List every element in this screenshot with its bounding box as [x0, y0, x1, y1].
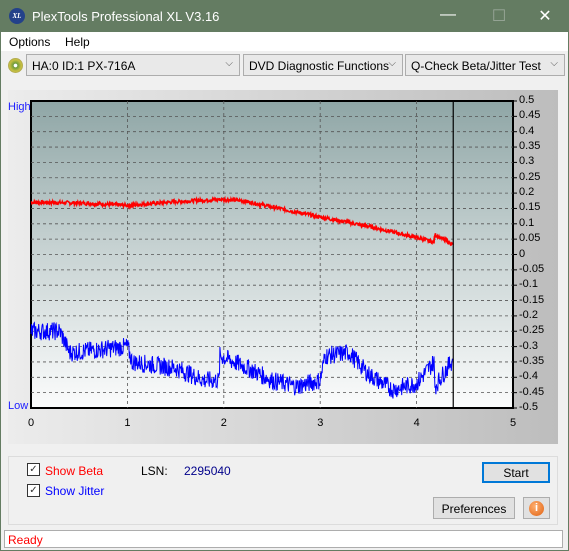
y-tick-label: -0.5: [519, 401, 538, 413]
x-tick-label: 3: [317, 417, 324, 429]
y-tick-label: 0.35: [519, 140, 541, 153]
controls-panel: ✓ Show Beta ✓ Show Jitter LSN: 2295040 S…: [8, 456, 558, 525]
y-tick-label: -0.15: [519, 293, 545, 306]
y-tick-label: 0.05: [519, 232, 541, 245]
x-tick-label: 2: [220, 417, 227, 429]
y-tick-label: -0.25: [519, 324, 545, 337]
y-tick-label: -0.35: [519, 354, 545, 367]
x-tick-label: 0: [28, 417, 35, 429]
y-tick-label: 0.1: [519, 216, 535, 229]
y-tick-label: 0.5: [519, 94, 535, 106]
y-tick-label: -0.2: [519, 308, 538, 321]
info-button[interactable]: i: [523, 497, 550, 519]
info-icon: i: [529, 501, 544, 516]
status-bar: Ready: [4, 530, 563, 548]
show-jitter-label[interactable]: Show Jitter: [45, 484, 104, 498]
y-tick-label: -0.1: [519, 278, 538, 291]
y-tick-label: 0: [519, 247, 526, 260]
lsn-value: 2295040: [184, 464, 231, 478]
y-tick-label: 0.4: [519, 124, 535, 137]
y-tick-label: -0.3: [519, 339, 538, 352]
y-tick-label: 0.2: [519, 186, 535, 199]
y-tick-label: 0.45: [519, 109, 541, 122]
show-jitter-checkbox[interactable]: ✓: [27, 484, 40, 497]
y-tick-label: 0.15: [519, 201, 541, 214]
show-beta-checkbox[interactable]: ✓: [27, 463, 40, 476]
x-tick-label: 5: [510, 417, 517, 429]
lsn-label: LSN:: [141, 464, 168, 478]
x-tick-label: 1: [124, 417, 131, 429]
preferences-button[interactable]: Preferences: [433, 497, 515, 519]
y-tick-label: -0.05: [519, 262, 545, 275]
y-tick-label: 0.25: [519, 170, 541, 183]
y-tick-label: -0.4: [519, 370, 538, 383]
show-beta-label[interactable]: Show Beta: [45, 464, 103, 478]
start-button[interactable]: Start: [482, 462, 550, 483]
y-tick-label: 0.3: [519, 155, 535, 168]
x-tick-label: 4: [413, 417, 420, 429]
y-tick-label: -0.45: [519, 385, 545, 398]
